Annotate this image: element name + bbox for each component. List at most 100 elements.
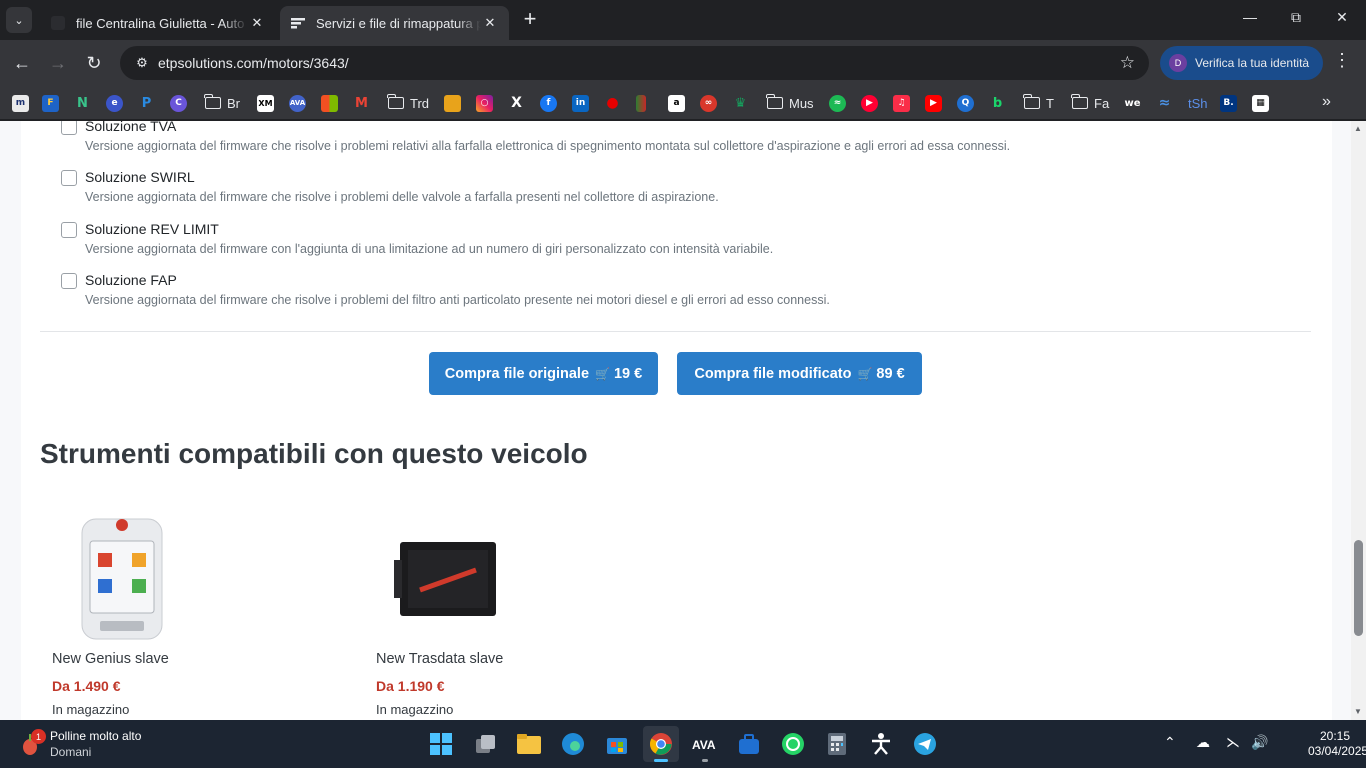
ava-trade-icon[interactable]: AVA [687,726,723,762]
bookmark-paypal-icon[interactable]: P [138,94,155,112]
bookmark-folder-mus[interactable]: Mus [766,94,814,112]
tab-servizi-rimappatura[interactable]: Servizi e file di rimappatura per ✕ [280,6,509,40]
volume-icon[interactable]: 🔊 [1251,734,1268,751]
bookmark-vodafone-icon[interactable]: ● [604,94,621,112]
folder-icon [1023,94,1040,109]
back-arrow-icon[interactable]: ← [9,50,35,76]
bookmark-tsh[interactable]: tSh [1188,94,1208,112]
new-tab-plus-icon[interactable]: + [518,8,542,32]
scroll-up-arrow-icon[interactable]: ▲ [1354,124,1362,133]
telegram-icon[interactable] [907,726,943,762]
product-name[interactable]: New Trasdata slave [376,651,503,667]
bookmark-m-icon[interactable]: m [12,94,29,112]
bookmark-instagram-icon[interactable]: ○ [476,94,493,112]
bookmark-orange-icon[interactable] [444,94,461,112]
product-image-trasdata[interactable] [394,540,498,623]
bookmark-youtube-icon[interactable]: ▶ [925,94,942,112]
cart-icon: 🛒 [857,366,873,381]
bookmark-folder-fa[interactable]: Fa [1071,94,1109,112]
microsoft-store-icon[interactable] [599,726,635,762]
accessibility-figure-icon[interactable] [863,726,899,762]
start-windows-icon[interactable] [423,726,459,762]
bookmark-amazon-icon[interactable]: a [668,94,685,112]
bookmark-blue-q-icon[interactable]: Q [957,94,974,112]
option-label[interactable]: Soluzione REV LIMIT [85,221,219,237]
outlook-briefcase-icon[interactable] [731,726,767,762]
system-clock[interactable]: 20:15 03/04/2025 [1308,729,1366,759]
bookmark-folder-trd[interactable]: Trd [387,94,429,112]
scrollbar-thumb[interactable] [1354,540,1363,636]
clock-time: 20:15 [1319,729,1350,743]
weather-widget[interactable]: 1 Polline molto alto Domani [18,727,141,761]
bookmark-c-icon[interactable]: C [170,94,187,112]
option-checkbox[interactable] [61,121,77,135]
bookmark-linkedin-icon[interactable]: in [572,94,589,112]
scroll-down-arrow-icon[interactable]: ▼ [1354,707,1362,716]
bookmark-globe-icon[interactable]: e [106,94,123,112]
buy-original-file-button[interactable]: Compra file originale 🛒 19 € [429,352,658,395]
bookmark-pattern-icon[interactable]: ▦ [1252,94,1269,112]
wifi-icon[interactable]: ⋋ [1226,734,1240,751]
bookmark-f-icon[interactable]: F [42,94,59,112]
profile-verify-button[interactable]: D Verifica la tua identità [1160,46,1323,80]
forward-arrow-icon[interactable]: → [45,50,71,76]
option-label[interactable]: Soluzione FAP [85,272,177,288]
option-label[interactable]: Soluzione TVA [85,121,176,134]
kebab-menu-icon[interactable]: ⋮ [1332,50,1352,71]
bookmark-microsoft-icon[interactable] [321,94,338,112]
tab-search-chevron-icon[interactable]: ⌄ [6,7,32,33]
bookmark-x-icon[interactable]: X [508,94,525,112]
restore-icon[interactable]: ⧉ [1284,9,1308,26]
bookmark-gmail-icon[interactable]: M [353,94,370,112]
bookmark-red-circle-icon[interactable]: ∞ [700,94,717,112]
bookmark-spotify-icon[interactable]: ≈ [829,94,846,112]
bookmark-green-icon[interactable] [636,94,646,112]
profile-avatar: D [1169,54,1187,72]
bookmark-booking-icon[interactable]: B. [1220,94,1237,112]
option-checkbox[interactable] [61,273,77,289]
bookmark-folder-br[interactable]: Br [204,94,240,112]
bookmark-eni-icon[interactable]: ♛ [732,94,749,112]
whatsapp-icon[interactable] [775,726,811,762]
bookmark-n-icon[interactable]: N [74,94,91,112]
file-explorer-icon[interactable] [511,726,547,762]
tab-title: Servizi e file di rimappatura per [316,15,481,31]
minimize-icon[interactable]: — [1238,9,1262,25]
onedrive-offline-icon[interactable]: ☁ [1196,734,1210,751]
bookmark-green-b-icon[interactable]: b [989,94,1006,112]
edge-icon[interactable] [555,726,591,762]
cart-icon: 🛒 [595,366,610,381]
bookmark-blue-wave-icon[interactable]: ≈ [1156,94,1173,112]
close-tab-icon[interactable]: ✕ [481,15,499,31]
option-label[interactable]: Soluzione SWIRL [85,169,195,185]
bookmark-we-icon[interactable]: we [1124,94,1141,112]
bookmark-star-icon[interactable]: ☆ [1120,53,1135,73]
bookmark-youtube-music-icon[interactable]: ▶ [861,94,878,112]
option-checkbox[interactable] [61,222,77,238]
more-bookmarks-chevron-icon[interactable]: » [1322,93,1331,111]
page-scrollbar[interactable]: ▲ ▼ [1351,121,1366,720]
address-bar[interactable]: ⚙ etpsolutions.com/motors/3643/ ☆ [120,46,1149,80]
product-name[interactable]: New Genius slave [52,651,169,667]
buy-modified-file-button[interactable]: Compra file modificato 🛒 89 € [677,352,922,395]
show-hidden-icons-chevron[interactable]: ⌃ [1164,734,1176,751]
bookmark-facebook-icon[interactable]: f [540,94,557,112]
product-image-genius[interactable] [76,513,168,648]
task-view-icon[interactable] [467,726,503,762]
chrome-icon[interactable] [643,726,679,762]
url-text[interactable]: etpsolutions.com/motors/3643/ [158,55,349,71]
close-window-icon[interactable]: ✕ [1330,9,1354,26]
section-divider [40,331,1311,332]
page-content: Soluzione TVA Versione aggiornata del fi… [21,121,1332,720]
bookmark-ava-icon[interactable]: AVA [289,94,306,112]
bookmark-xm-icon[interactable]: XM [257,94,274,112]
site-info-icon[interactable]: ⚙ [128,55,156,71]
calculator-icon[interactable] [819,726,855,762]
tab-file-centralina[interactable]: file Centralina Giulietta - Auto d ✕ [40,6,276,40]
reload-icon[interactable]: ↻ [81,50,107,76]
option-checkbox[interactable] [61,170,77,186]
bookmark-folder-t[interactable]: T [1023,94,1054,112]
close-tab-icon[interactable]: ✕ [248,15,266,31]
bookmark-apple-music-icon[interactable]: ♫ [893,94,910,112]
compatible-tools-heading: Strumenti compatibili con questo veicolo [40,438,588,469]
